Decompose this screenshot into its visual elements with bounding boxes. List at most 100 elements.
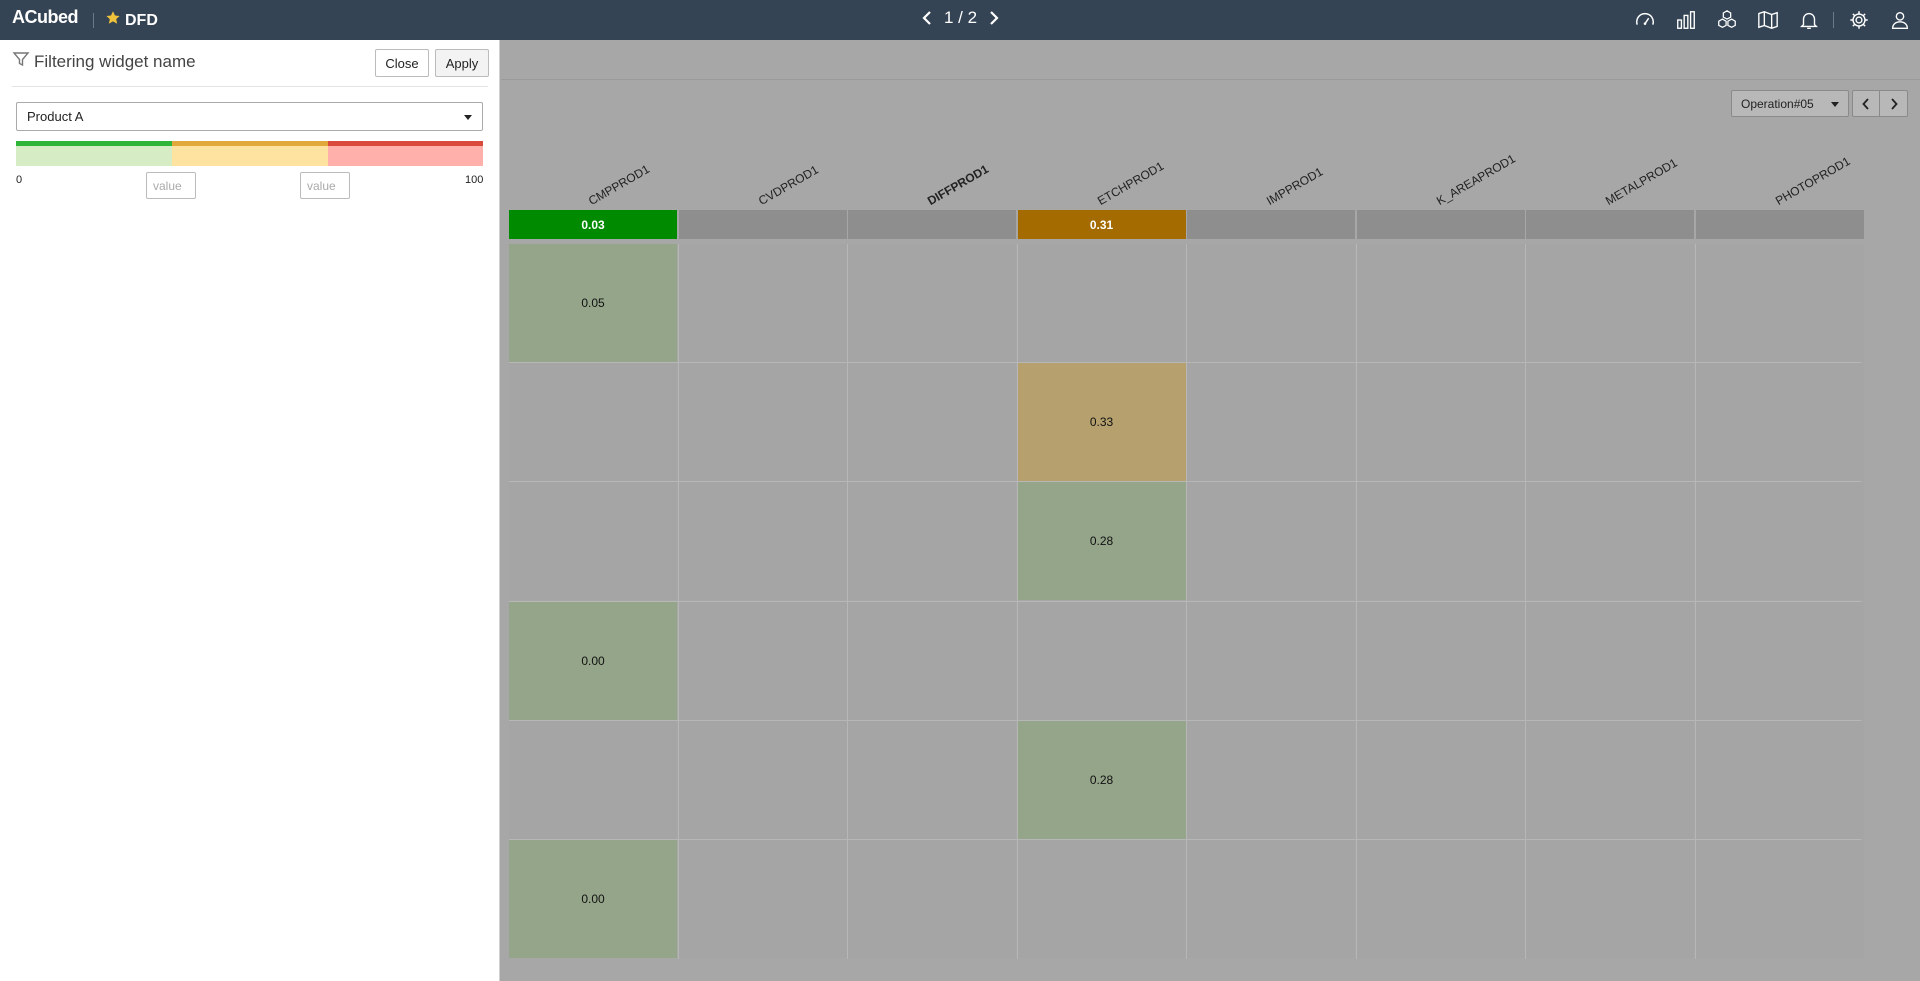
dashboard-title[interactable]: DFD bbox=[105, 10, 158, 31]
heatmap-cell[interactable] bbox=[509, 482, 677, 601]
threshold-range-bar[interactable] bbox=[16, 141, 483, 166]
heatmap-cell[interactable] bbox=[1187, 244, 1355, 362]
heatmap-cell[interactable] bbox=[678, 601, 847, 720]
product-select[interactable]: Product A bbox=[16, 102, 483, 131]
heatmap-cell[interactable] bbox=[1695, 363, 1864, 482]
summary-cell[interactable] bbox=[1526, 210, 1694, 239]
summary-cell[interactable] bbox=[1187, 210, 1355, 239]
star-icon[interactable] bbox=[105, 10, 121, 31]
heatmap-cell[interactable] bbox=[1017, 601, 1186, 720]
heatmap-cell[interactable] bbox=[1695, 840, 1864, 958]
heatmap-cell[interactable] bbox=[1695, 244, 1864, 362]
dashboard-title-text: DFD bbox=[125, 11, 158, 29]
range-min-label: 0 bbox=[16, 174, 23, 186]
heatmap-cell[interactable] bbox=[848, 482, 1016, 601]
heatmap-cell[interactable] bbox=[1017, 840, 1186, 958]
summary-cell[interactable] bbox=[678, 210, 847, 239]
heatmap-cell[interactable] bbox=[1017, 244, 1186, 362]
heatmap-cell[interactable] bbox=[509, 720, 677, 839]
heatmap-cell[interactable] bbox=[1356, 482, 1525, 601]
heatmap-cell[interactable]: 0.28 bbox=[1017, 720, 1186, 839]
heatmap-cell[interactable] bbox=[678, 482, 847, 601]
filter-icon bbox=[12, 50, 30, 73]
heatmap-cell[interactable]: 0.33 bbox=[1017, 363, 1186, 482]
column-header-label: CVDPROD1 bbox=[755, 162, 821, 208]
column-header-label: K_AREAPROD1 bbox=[1433, 151, 1518, 208]
filter-panel-header: Filtering widget name bbox=[12, 50, 196, 73]
heatmap-cell[interactable]: 0.00 bbox=[509, 601, 677, 720]
threshold-value-input-2[interactable] bbox=[300, 172, 350, 199]
heatmap-cell[interactable] bbox=[1356, 720, 1525, 839]
heatmap-cell[interactable] bbox=[848, 244, 1016, 362]
heatmap-cell[interactable] bbox=[678, 840, 847, 958]
column-header-label: PHOTOPROD1 bbox=[1772, 153, 1853, 208]
icon-divider bbox=[1833, 12, 1834, 28]
heatmap-cell[interactable]: 0.05 bbox=[509, 244, 677, 362]
column-header-label: IMPPROD1 bbox=[1264, 164, 1326, 208]
close-button[interactable]: Close bbox=[375, 49, 429, 77]
heatmap-cell[interactable] bbox=[1526, 840, 1694, 958]
column-header-label: ETCHPROD1 bbox=[1094, 158, 1166, 208]
summary-cell[interactable] bbox=[1356, 210, 1525, 239]
heatmap-cell[interactable] bbox=[1356, 244, 1525, 362]
heatmap-cell[interactable] bbox=[848, 840, 1016, 958]
range-segment-yellow bbox=[172, 141, 328, 166]
heatmap-cell[interactable] bbox=[1526, 482, 1694, 601]
heatmap-cell[interactable] bbox=[1695, 482, 1864, 601]
column-header-label: DIFFPROD1 bbox=[925, 161, 991, 208]
summary-cell[interactable] bbox=[848, 210, 1016, 239]
range-segment-green bbox=[16, 141, 172, 166]
gear-icon[interactable] bbox=[1838, 0, 1879, 40]
heatmap-cell[interactable] bbox=[848, 720, 1016, 839]
brand-divider bbox=[93, 13, 94, 28]
prev-page-button[interactable] bbox=[920, 8, 934, 28]
heatmap-cell[interactable] bbox=[1187, 720, 1355, 839]
cubes-icon[interactable] bbox=[1706, 0, 1747, 40]
user-icon[interactable] bbox=[1879, 0, 1920, 40]
operation-prev-button[interactable] bbox=[1852, 90, 1880, 117]
heatmap-cell[interactable] bbox=[1187, 482, 1355, 601]
heatmap-cell[interactable] bbox=[1356, 601, 1525, 720]
next-page-button[interactable] bbox=[987, 8, 1001, 28]
heatmap-cell[interactable] bbox=[1526, 244, 1694, 362]
heatmap-cell[interactable] bbox=[1695, 601, 1864, 720]
filter-panel-title: Filtering widget name bbox=[34, 51, 196, 71]
operation-select[interactable]: Operation#05 bbox=[1731, 90, 1849, 117]
summary-cell[interactable] bbox=[1695, 210, 1864, 239]
summary-cell[interactable]: 0.31 bbox=[1017, 210, 1186, 239]
bell-icon[interactable] bbox=[1788, 0, 1829, 40]
heatmap-cell[interactable] bbox=[848, 363, 1016, 482]
heatmap-cell[interactable] bbox=[1356, 840, 1525, 958]
heatmap-cell[interactable] bbox=[1356, 363, 1525, 482]
operation-select-value: Operation#05 bbox=[1741, 97, 1814, 111]
heatmap-cell[interactable]: 0.00 bbox=[509, 840, 677, 958]
heatmap-cell[interactable] bbox=[678, 720, 847, 839]
brand-logo[interactable]: ACubed bbox=[12, 7, 79, 28]
heatmap-cell[interactable] bbox=[1187, 840, 1355, 958]
map-icon[interactable] bbox=[1747, 0, 1788, 40]
heatmap-cell[interactable] bbox=[678, 363, 847, 482]
top-icon-bar bbox=[1624, 0, 1920, 40]
column-header-label: METALPROD1 bbox=[1603, 155, 1680, 208]
heatmap-cell[interactable] bbox=[678, 244, 847, 362]
filter-panel: Filtering widget name Close Apply Produc… bbox=[0, 40, 500, 981]
heatmap-cell[interactable] bbox=[509, 363, 677, 482]
heatmap-cell[interactable] bbox=[1187, 363, 1355, 482]
heatmap-cell[interactable] bbox=[1526, 720, 1694, 839]
apply-button[interactable]: Apply bbox=[435, 49, 489, 77]
summary-cell[interactable]: 0.03 bbox=[509, 210, 677, 239]
heatmap-cell[interactable]: 0.28 bbox=[1017, 482, 1186, 601]
heatmap-cell[interactable] bbox=[1695, 720, 1864, 839]
heatmap-cell[interactable] bbox=[848, 601, 1016, 720]
bar-chart-icon[interactable] bbox=[1665, 0, 1706, 40]
heatmap-cell[interactable] bbox=[1526, 363, 1694, 482]
threshold-value-input-1[interactable] bbox=[146, 172, 196, 199]
operation-next-button[interactable] bbox=[1880, 90, 1908, 117]
speedometer-icon[interactable] bbox=[1624, 0, 1665, 40]
heatmap-cell[interactable] bbox=[1187, 601, 1355, 720]
page-pager: 1 / 2 bbox=[920, 8, 1001, 28]
caret-down-icon bbox=[1831, 102, 1839, 107]
top-navbar: ACubed DFD 1 / 2 bbox=[0, 0, 1920, 40]
chevron-right-icon bbox=[990, 11, 999, 25]
heatmap-cell[interactable] bbox=[1526, 601, 1694, 720]
